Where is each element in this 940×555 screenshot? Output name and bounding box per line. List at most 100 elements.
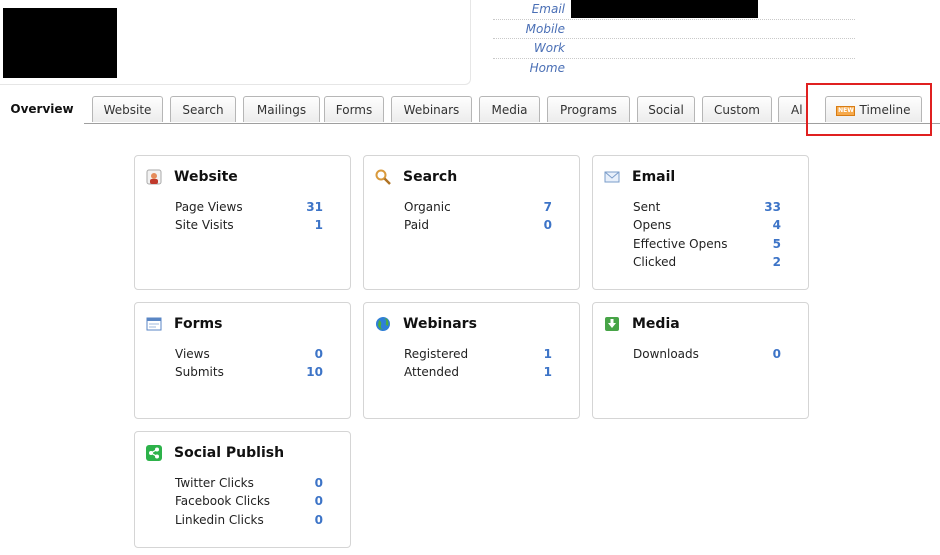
metric-value[interactable]: 1: [544, 363, 552, 381]
metric-value[interactable]: 1: [315, 216, 323, 234]
metric-row: Registered 1: [404, 345, 552, 363]
metric-row: Downloads 0: [633, 345, 781, 363]
metric-row: Page Views 31: [175, 198, 323, 216]
tab-webinars[interactable]: Webinars: [391, 96, 472, 122]
metric-value[interactable]: 7: [544, 198, 552, 216]
metric-row: Sent 33: [633, 198, 781, 216]
card-forms: Forms Views 0 Submits 10: [134, 302, 351, 419]
tab-label: Custom: [714, 103, 760, 117]
metric-label: Twitter Clicks: [175, 476, 254, 490]
card-header: Email: [604, 168, 675, 186]
tab-forms[interactable]: Forms: [324, 96, 384, 122]
card-title: Website: [174, 169, 238, 185]
card-email: Email Sent 33 Opens 4 Effective Opens 5 Cli…: [592, 155, 809, 290]
metric-label: Site Visits: [175, 218, 234, 233]
card-header: Website: [146, 168, 238, 186]
tab-label: Programs: [560, 103, 617, 117]
metric-row: Facebook Clicks 0: [175, 492, 323, 510]
metrics-list: Organic 7 Paid 0: [404, 198, 552, 235]
card-website: Website Page Views 31 Site Visits 1: [134, 155, 351, 290]
metric-label: Paid: [404, 218, 430, 233]
metric-label: Submits: [175, 365, 224, 380]
visitor-icon: [146, 169, 162, 185]
metrics-list: Downloads 0: [633, 345, 781, 363]
metric-value[interactable]: 0: [315, 345, 323, 363]
form-icon: [146, 316, 162, 332]
magnifier-icon: [375, 169, 391, 185]
metric-row: Attended 1: [404, 363, 552, 381]
metric-label: Clicked: [633, 254, 677, 269]
contact-row-work: Work: [493, 39, 855, 59]
metric-label: Attended: [404, 365, 460, 380]
metric-label: Registered: [404, 347, 469, 361]
tab-label: Forms: [335, 103, 373, 117]
metric-label: Organic: [404, 200, 451, 214]
metrics-list: Sent 33 Opens 4 Effective Opens 5 Clicked 2: [633, 198, 781, 271]
tab-label: Search: [182, 103, 224, 117]
card-header: Forms: [146, 315, 222, 333]
tab-custom[interactable]: Custom: [702, 96, 772, 122]
metric-value[interactable]: 2: [773, 253, 781, 271]
redacted-avatar: [3, 8, 117, 78]
metric-row: Opens 4: [633, 216, 781, 234]
tab-label: Mailings: [256, 103, 307, 117]
timeline-highlight-box: [806, 83, 932, 136]
metric-label: Views: [175, 347, 210, 361]
card-title: Email: [632, 169, 676, 185]
tab-label: Webinars: [403, 103, 460, 117]
metric-value[interactable]: 4: [773, 216, 781, 234]
tab-media[interactable]: Media: [479, 96, 540, 122]
metrics-list: Views 0 Submits 10: [175, 345, 323, 382]
metric-label: Linkedin Clicks: [175, 512, 264, 527]
card-title: Media: [632, 316, 680, 332]
contact-label-work: Work: [533, 41, 565, 55]
download-icon: [604, 316, 620, 332]
metric-value[interactable]: 0: [315, 511, 323, 529]
contact-label-mobile: Mobile: [525, 21, 565, 36]
tab-label: Al: [791, 103, 803, 117]
card-webinars: Webinars Registered 1 Attended 1: [363, 302, 580, 419]
metrics-list: Page Views 31 Site Visits 1: [175, 198, 323, 235]
metric-row: Effective Opens 5: [633, 235, 781, 253]
contact-row-home: Home: [493, 59, 855, 78]
metric-value[interactable]: 0: [315, 474, 323, 492]
metric-value[interactable]: 5: [773, 235, 781, 253]
metric-value[interactable]: 1: [544, 345, 552, 363]
metric-row: Paid 0: [404, 216, 552, 234]
tab-label: Social: [648, 103, 684, 117]
redacted-email-value: [571, 0, 758, 18]
metric-row: Site Visits 1: [175, 216, 323, 234]
card-header: Media: [604, 315, 680, 333]
tab-label: Overview: [10, 102, 74, 116]
tab-label: Website: [103, 103, 152, 117]
tab-mailings[interactable]: Mailings: [243, 96, 320, 122]
tab-social[interactable]: Social: [637, 96, 695, 122]
tab-programs[interactable]: Programs: [547, 96, 630, 122]
contact-label-home: Home: [529, 60, 565, 75]
card-title: Forms: [174, 316, 223, 332]
tab-search[interactable]: Search: [170, 96, 236, 122]
tab-overview[interactable]: Overview: [0, 96, 84, 124]
globe-icon: [375, 316, 391, 332]
metric-row: Views 0: [175, 345, 323, 363]
metric-value[interactable]: 0: [773, 345, 781, 363]
tab-website[interactable]: Website: [92, 96, 163, 122]
metric-row: Twitter Clicks 0: [175, 474, 323, 492]
metric-row: Clicked 2: [633, 253, 781, 271]
profile-panel: [0, 0, 471, 85]
metric-label: Effective Opens: [633, 236, 728, 251]
share-icon: [146, 445, 162, 461]
metric-value[interactable]: 0: [315, 492, 323, 510]
card-title: Webinars: [403, 316, 477, 332]
metric-value[interactable]: 10: [306, 363, 323, 381]
card-header: Social Publish: [146, 444, 284, 462]
metric-value[interactable]: 33: [764, 198, 781, 216]
metrics-list: Twitter Clicks 0 Facebook Clicks 0 Linkedi…: [175, 474, 323, 529]
tab-all[interactable]: Al: [778, 96, 808, 122]
tab-label: Media: [491, 103, 528, 117]
metric-value[interactable]: 0: [544, 216, 552, 234]
metric-value[interactable]: 31: [306, 198, 323, 216]
metrics-list: Registered 1 Attended 1: [404, 345, 552, 382]
contact-row-mobile: Mobile: [493, 20, 855, 39]
card-media: Media Downloads 0: [592, 302, 809, 419]
